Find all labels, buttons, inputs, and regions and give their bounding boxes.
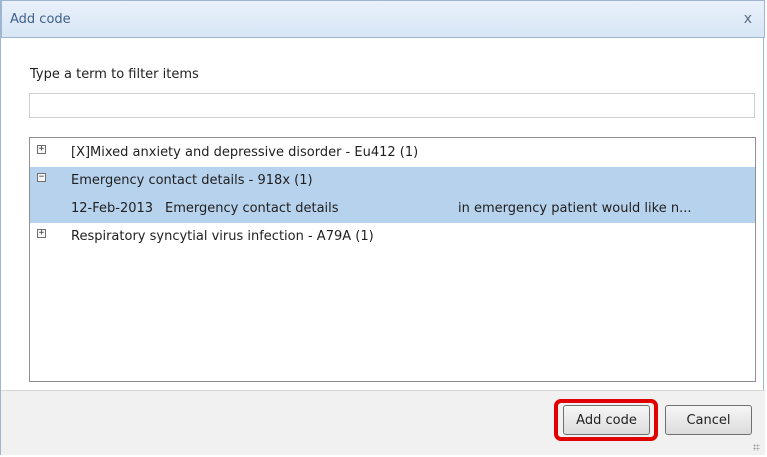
close-icon[interactable]: x (744, 11, 752, 27)
tree-item-mixed-anxiety[interactable]: + [X]Mixed anxiety and depressive disord… (30, 139, 755, 167)
dialog-title: Add code (10, 12, 71, 27)
expand-icon[interactable]: + (37, 145, 46, 154)
child-date: 12-Feb-2013 (71, 201, 154, 216)
add-code-dialog: Add code x Type a term to filter items +… (0, 0, 765, 455)
collapse-icon[interactable]: − (37, 173, 46, 182)
cancel-button[interactable]: Cancel (665, 405, 752, 435)
child-note: in emergency patient would like n... (458, 201, 692, 216)
filter-input[interactable] (29, 93, 755, 118)
expand-icon[interactable]: + (37, 229, 46, 238)
dialog-titlebar[interactable]: Add code x (1, 0, 765, 38)
tree-item-respiratory-syncytial[interactable]: + Respiratory syncytial virus infection … (30, 223, 755, 251)
resize-grip-icon[interactable] (753, 444, 760, 451)
code-tree-list[interactable]: + [X]Mixed anxiety and depressive disord… (29, 137, 756, 382)
tree-item-label: Emergency contact details - 918x (1) (71, 173, 313, 188)
tree-item-label: [X]Mixed anxiety and depressive disorder… (71, 145, 419, 160)
tree-child-emergency-detail[interactable]: 12-Feb-2013 Emergency contact details in… (30, 195, 755, 223)
tree-item-emergency-contact[interactable]: − Emergency contact details - 918x (1) (30, 167, 755, 195)
add-code-button[interactable]: Add code (563, 405, 650, 435)
tree-item-label: Respiratory syncytial virus infection - … (71, 229, 374, 244)
child-term: Emergency contact details (165, 201, 339, 216)
filter-label: Type a term to filter items (30, 67, 199, 82)
